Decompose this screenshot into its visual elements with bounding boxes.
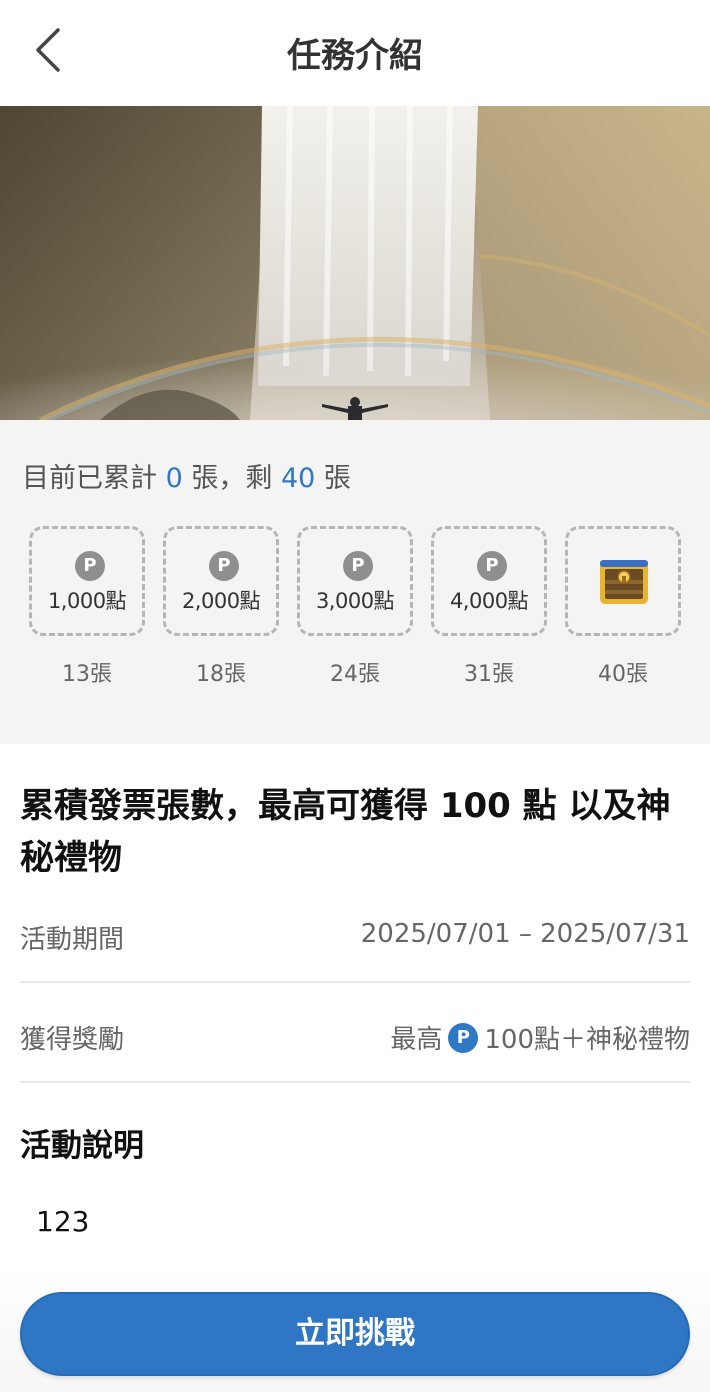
mission-title: 累積發票張數，最高可獲得 100 點 以及神秘禮物 (20, 786, 671, 878)
reward-prefix: 最高 (390, 1025, 443, 1055)
period-value: 2025/07/01 – 2025/07/31 (360, 919, 690, 949)
reward-text: 100點＋神秘禮物 (484, 1025, 690, 1055)
period-label: 活動期間 (20, 925, 125, 955)
milestone-box: P 1,000點 (29, 526, 145, 636)
progress-suffix: 張 (323, 463, 351, 494)
milestone-count: 31張 (464, 662, 514, 687)
treasure-chest-icon (600, 560, 648, 604)
period-row: 活動期間 2025/07/01 – 2025/07/31 (20, 883, 690, 983)
start-challenge-button[interactable]: 立即挑戰 (20, 1292, 690, 1376)
points-coin-icon: P (448, 1022, 479, 1053)
milestone-box (565, 526, 681, 636)
points-coin-icon: P (75, 551, 105, 581)
reward-value: 最高 P 100點＋神秘禮物 (390, 1019, 690, 1056)
reward-row: 獲得獎勵 最高 P 100點＋神秘禮物 (20, 983, 690, 1083)
milestone-points: 4,000點 (449, 589, 529, 613)
milestone-box: P 4,000點 (431, 526, 547, 636)
milestone-item: P 3,000點 24張 (297, 526, 413, 688)
milestone-list: P 1,000點 13張 P 2,000點 18張 P 3,000點 24張 P… (0, 526, 710, 696)
progress-prefix: 目前已累計 (22, 463, 157, 494)
milestone-box: P 2,000點 (163, 526, 279, 636)
milestone-item: 40張 (565, 526, 681, 688)
description-title: 活動說明 (20, 1128, 144, 1164)
milestone-count: 40張 (598, 662, 648, 687)
progress-remaining-count: 40 (280, 463, 316, 494)
milestone-points: 2,000點 (181, 589, 261, 613)
points-coin-icon: P (477, 551, 507, 581)
progress-middle: 張，剩 (191, 463, 273, 494)
milestone-item: P 4,000點 31張 (431, 526, 547, 688)
description-body: 123 (36, 1205, 90, 1238)
milestone-box: P 3,000點 (297, 526, 413, 636)
milestone-item: P 2,000點 18張 (163, 526, 279, 688)
progress-current-count: 0 (165, 463, 183, 494)
hero-waterfall-image (0, 106, 710, 420)
page-title: 任務介紹 (287, 36, 423, 76)
milestone-item: P 1,000點 13張 (29, 526, 145, 688)
progress-section: 目前已累計 0 張，剩 40 張 P 1,000點 13張 P 2,000點 1… (0, 420, 710, 744)
points-coin-icon: P (343, 551, 373, 581)
reward-label: 獲得獎勵 (20, 1025, 125, 1055)
points-coin-icon: P (209, 551, 239, 581)
milestone-count: 18張 (196, 662, 246, 687)
milestone-points: 3,000點 (315, 589, 395, 613)
top-bar: 任務介紹 (0, 0, 710, 106)
progress-summary: 目前已累計 0 張，剩 40 張 (22, 456, 351, 495)
milestone-count: 24張 (330, 662, 380, 687)
milestone-points: 1,000點 (47, 589, 127, 613)
milestone-count: 13張 (62, 662, 112, 687)
